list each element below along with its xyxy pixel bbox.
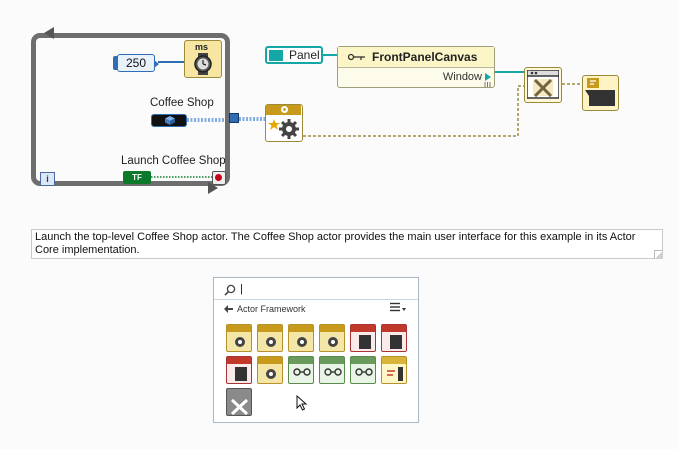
hamburger-menu-icon [390, 302, 406, 312]
message-glasses-icon-glyph [293, 368, 311, 376]
front-panel-canvas-property-node[interactable]: FrontPanelCanvas Window [337, 46, 495, 88]
palette-view-menu[interactable] [390, 302, 406, 315]
message-alert-icon-glyph [390, 335, 402, 349]
actor-view-icon[interactable] [288, 324, 314, 352]
actor-view-icon-glyph [297, 337, 307, 347]
property-node-title: FrontPanelCanvas [372, 50, 478, 64]
info-icon[interactable]: i [40, 172, 55, 186]
palette-search-bar[interactable]: | [220, 282, 412, 300]
search-icon [224, 284, 236, 296]
numeric-constant-250[interactable]: 250 [113, 54, 159, 72]
actor-settings-icon[interactable] [257, 356, 283, 384]
loop-tunnel[interactable] [229, 113, 239, 123]
palette-breadcrumb-label: Actor Framework [237, 304, 306, 314]
message-alert-icon[interactable] [381, 324, 407, 352]
palette-search-input[interactable]: | [240, 283, 243, 295]
property-window-label: Window [442, 71, 482, 83]
message-stop-icon-glyph [235, 367, 247, 381]
wait-ms-node[interactable]: ms [184, 40, 222, 78]
actor-settings-icon-glyph [266, 369, 276, 379]
insert-panel-vi[interactable] [524, 67, 562, 103]
message-view-icon-glyph [355, 368, 373, 376]
send-message-vi[interactable] [582, 75, 619, 111]
coffee-shop-label: Coffee Shop [150, 97, 214, 109]
pin-icon [269, 50, 283, 61]
launch-nested-actor-icon-glyph [266, 337, 276, 347]
mouse-cursor-icon [296, 395, 308, 411]
back-arrow-icon[interactable] [224, 305, 233, 313]
resize-grip-icon [484, 82, 491, 87]
message-panel-icon[interactable] [350, 324, 376, 352]
tools-icon[interactable] [226, 388, 252, 416]
actor-glasses-icon[interactable] [319, 324, 345, 352]
launch-gear-icon [268, 119, 299, 139]
functions-palette: | Actor Framework [213, 277, 419, 423]
block-diagram-comment[interactable]: Launch the top-level Coffee Shop actor. … [31, 229, 663, 259]
boolean-tf-terminal[interactable]: TF [123, 171, 151, 184]
key-icon [348, 53, 365, 61]
output-arrow-icon [485, 73, 491, 81]
launch-coffee-shop-label: Launch Coffee Shop [121, 155, 226, 167]
launch-actor-icon-glyph [235, 337, 245, 347]
launch-root-actor-vi[interactable] [265, 104, 303, 142]
loop-condition-stop-icon[interactable] [212, 171, 226, 185]
tools-icon-glyph [230, 398, 249, 415]
message-view-icon[interactable] [350, 356, 376, 384]
message-glasses-icon[interactable] [288, 356, 314, 384]
message-route-icon-glyph [324, 368, 342, 376]
message-stop-icon[interactable] [226, 356, 252, 384]
loop-iteration-arrow-icon [44, 27, 54, 39]
message-screen-icon [585, 78, 615, 106]
message-route-icon[interactable] [319, 356, 345, 384]
property-node-header: FrontPanelCanvas [338, 47, 494, 68]
window-close-icon [527, 70, 559, 99]
message-panel-icon-glyph [359, 335, 371, 349]
palette-separator [214, 299, 418, 300]
small-gear-icon [281, 106, 288, 113]
coffee-shop-class-constant[interactable] [151, 114, 187, 127]
message-error-icon-glyph [387, 367, 403, 381]
panel-constant-label: Panel [289, 48, 320, 62]
launch-actor-icon[interactable] [226, 324, 252, 352]
actor-wire [303, 85, 524, 137]
launch-nested-actor-icon[interactable] [257, 324, 283, 352]
message-error-icon[interactable] [381, 356, 407, 384]
cube-icon [165, 116, 175, 125]
comment-fold-corner [654, 250, 663, 259]
panel-reference-constant[interactable]: Panel [265, 46, 323, 64]
comment-text: Launch the top-level Coffee Shop actor. … [35, 231, 636, 256]
palette-breadcrumb[interactable]: Actor Framework [224, 304, 306, 314]
actor-glasses-icon-glyph [328, 337, 338, 347]
wait-ms-label: ms [195, 42, 209, 52]
property-row-window[interactable]: Window [338, 68, 494, 88]
watch-icon [194, 53, 212, 75]
